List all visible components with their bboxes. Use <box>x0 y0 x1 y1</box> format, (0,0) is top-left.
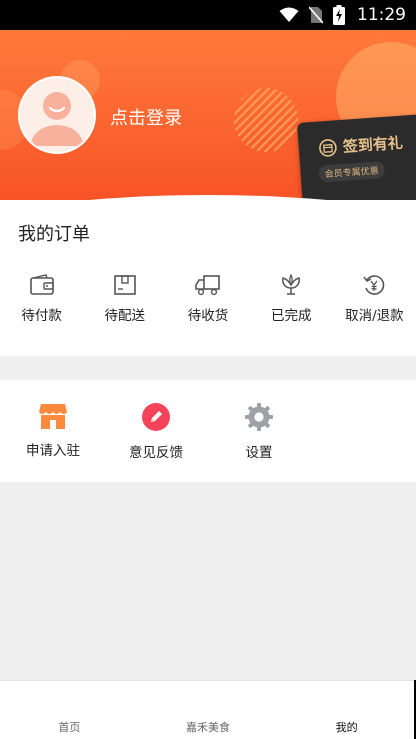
decor-striped-circle <box>234 88 298 152</box>
flower-icon <box>282 274 301 295</box>
my-orders-section: 我的订单 待付款 待配送 待收货 已完成 取消/退款 <box>0 200 416 356</box>
nav-label: 我的 <box>335 721 358 734</box>
order-pending-delivery[interactable]: 待配送 <box>83 274 166 324</box>
nav-label: 首页 <box>58 721 81 734</box>
gear-icon <box>245 403 273 431</box>
package-box-icon <box>113 275 136 295</box>
service-label: 申请入驻 <box>26 443 80 459</box>
feedback-entry[interactable]: 意见反馈 <box>106 402 206 461</box>
refund-yen-icon <box>363 275 385 295</box>
services-section: 申请入驻 意见反馈 设置 <box>0 380 416 482</box>
avatar[interactable] <box>18 76 96 154</box>
service-label: 设置 <box>245 445 273 461</box>
orders-title: 我的订单 <box>18 224 90 245</box>
sign-in-title: 签到有礼 <box>342 133 404 156</box>
order-pending-payment[interactable]: 待付款 <box>0 274 83 324</box>
no-sim-icon <box>309 6 323 24</box>
nav-mine[interactable]: 我的 <box>277 681 416 739</box>
delivery-truck-icon <box>195 275 220 296</box>
default-avatar-icon <box>20 78 94 152</box>
profile-header: 点击登录 签到有礼 会员专属优惠 <box>0 30 416 220</box>
nav-label: 嘉禾美食 <box>186 721 230 734</box>
sign-in-subtitle: 会员专属优惠 <box>318 161 386 183</box>
order-cancel-refund[interactable]: 取消/退款 <box>333 274 416 324</box>
apply-merchant-entry[interactable]: 申请入驻 <box>3 402 103 459</box>
store-icon <box>39 404 67 429</box>
settings-entry[interactable]: 设置 <box>209 402 309 461</box>
profile-screen: 11:29 点击登录 签到有礼 会员专属优惠 我的订单 待付款 待配送 待收货 … <box>0 0 416 739</box>
order-item-label: 待付款 <box>21 308 62 324</box>
wallet-icon <box>29 274 54 295</box>
nav-jiahe-food[interactable]: 嘉禾美食 <box>139 681 278 739</box>
order-status-row: 待付款 待配送 待收货 已完成 取消/退款 <box>0 274 416 324</box>
service-label: 意见反馈 <box>129 445 183 461</box>
calendar-icon <box>319 138 337 157</box>
status-icons: 11:29 <box>279 0 406 30</box>
sign-in-reward-card[interactable]: 签到有礼 会员专属优惠 <box>297 113 416 211</box>
status-bar: 11:29 <box>0 0 416 30</box>
wifi-icon <box>279 7 299 22</box>
order-item-label: 已完成 <box>270 308 312 324</box>
order-item-label: 待收货 <box>187 308 229 324</box>
order-pending-receipt[interactable]: 待收货 <box>166 274 249 324</box>
order-item-label: 待配送 <box>104 308 146 324</box>
order-item-label: 取消/退款 <box>345 308 404 324</box>
nav-home[interactable]: 首页 <box>0 681 139 739</box>
login-link[interactable]: 点击登录 <box>110 104 182 130</box>
status-time: 11:29 <box>357 5 406 25</box>
battery-charging-icon <box>333 5 345 25</box>
sign-in-title-row: 签到有礼 <box>318 132 403 159</box>
bottom-navigation: 首页 嘉禾美食 我的 <box>0 680 416 739</box>
pencil-icon <box>142 403 170 431</box>
order-completed[interactable]: 已完成 <box>250 274 333 324</box>
